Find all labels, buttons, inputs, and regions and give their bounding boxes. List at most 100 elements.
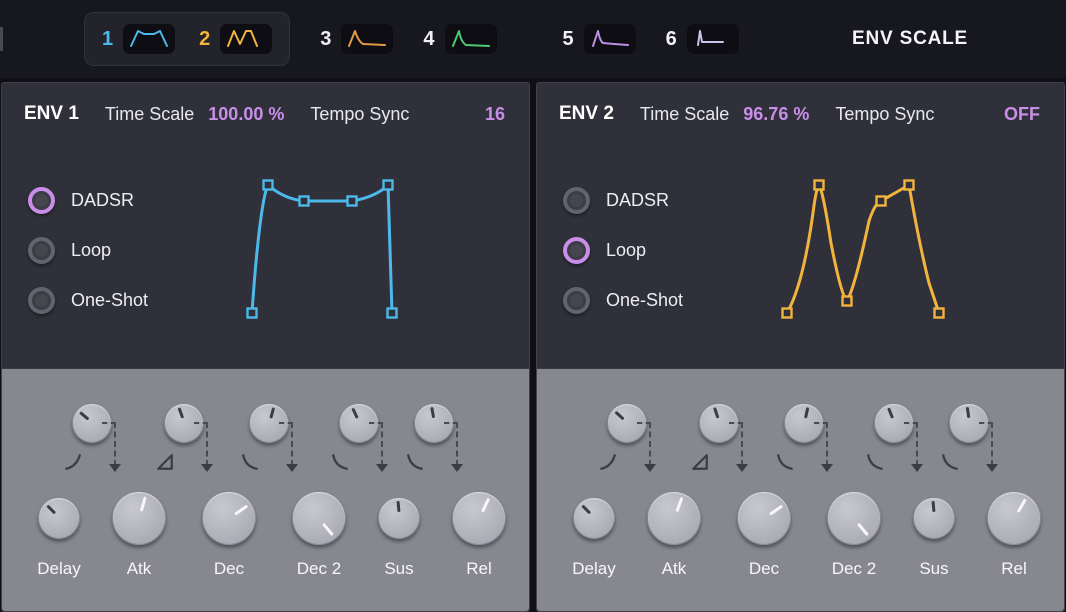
curve-shape-icon: [941, 453, 959, 471]
knob-label: Atk: [97, 559, 181, 579]
env-tab-1[interactable]: 1: [102, 24, 175, 54]
mode-label: DADSR: [606, 190, 669, 211]
mode-dadsr[interactable]: DADSR: [563, 175, 683, 225]
tempo-sync-label: Tempo Sync: [835, 104, 934, 125]
env-handle[interactable]: [783, 309, 792, 318]
env-tab-2[interactable]: 2: [199, 24, 272, 54]
mode-label: One-Shot: [71, 290, 148, 311]
env-handle[interactable]: [388, 309, 397, 318]
knob-unit-sustain: Sus: [892, 485, 976, 589]
knob-pointer: [978, 482, 1049, 553]
knob-unit-decay: Dec: [722, 485, 806, 589]
knob-unit-release: Rel: [437, 485, 521, 589]
envelope-editor[interactable]: [238, 173, 418, 323]
down-arrow-icon: [736, 464, 748, 472]
env-handle[interactable]: [877, 197, 886, 206]
tab-number: 6: [666, 28, 677, 51]
tempo-sync-label: Tempo Sync: [310, 104, 409, 125]
attack-knob[interactable]: [112, 491, 166, 545]
knob-pointer: [817, 481, 890, 554]
down-arrow-icon: [109, 464, 121, 472]
attack-knob[interactable]: [647, 491, 701, 545]
time-scale-label: Time Scale: [640, 104, 729, 125]
env-handle[interactable]: [935, 309, 944, 318]
env-tab-5[interactable]: 5: [563, 24, 636, 54]
envelope-curve[interactable]: [787, 185, 939, 313]
env-tab-6[interactable]: 6: [666, 24, 739, 54]
delay-knob[interactable]: [573, 497, 615, 539]
decay-knob[interactable]: [202, 491, 256, 545]
knob-unit-attack: Atk: [632, 485, 716, 589]
mode-dadsr[interactable]: DADSR: [28, 175, 148, 225]
env-handle[interactable]: [300, 197, 309, 206]
knob-label: Rel: [437, 559, 521, 579]
release-knob[interactable]: [987, 491, 1041, 545]
mode-label: Loop: [71, 240, 111, 261]
knob-pointer: [566, 490, 623, 547]
stage-connector: [814, 422, 828, 466]
mode-label: DADSR: [71, 190, 134, 211]
knob-unit-delay: Delay: [17, 485, 101, 589]
mode-one-shot[interactable]: One-Shot: [28, 275, 148, 325]
curve-shape-icon: [406, 453, 424, 471]
tempo-sync-value[interactable]: 16: [485, 104, 505, 125]
decay2-knob[interactable]: [827, 491, 881, 545]
knob-pointer: [107, 486, 171, 550]
env-handle[interactable]: [248, 309, 257, 318]
knob-label: Sus: [357, 559, 441, 579]
decay-knob[interactable]: [737, 491, 791, 545]
env1-header: ENV 1 Time Scale 100.00 % Tempo Sync 16: [24, 103, 505, 125]
sustain-knob[interactable]: [378, 497, 420, 539]
env-tab-3[interactable]: 3: [320, 24, 393, 54]
mode-loop[interactable]: Loop: [28, 225, 148, 275]
mode-loop[interactable]: Loop: [563, 225, 683, 275]
decay2-knob[interactable]: [292, 491, 346, 545]
down-arrow-icon: [644, 464, 656, 472]
stage-connector: [279, 422, 293, 466]
stage-connector: [637, 422, 651, 466]
mode-one-shot[interactable]: One-Shot: [563, 275, 683, 325]
knob-pointer: [641, 485, 708, 552]
env-6-shape-icon: [687, 24, 739, 54]
knob-label: Dec: [187, 559, 271, 579]
env-handle[interactable]: [843, 297, 852, 306]
envelope-curve[interactable]: [252, 185, 392, 313]
env-handle[interactable]: [264, 181, 273, 190]
knob-pointer: [31, 490, 88, 547]
knob-label: Atk: [632, 559, 716, 579]
env-handle[interactable]: [384, 181, 393, 190]
down-arrow-icon: [376, 464, 388, 472]
knob-label: Delay: [552, 559, 636, 579]
panel-title: ENV 2: [559, 103, 614, 125]
env-handle[interactable]: [348, 197, 357, 206]
sustain-knob[interactable]: [913, 497, 955, 539]
knob-unit-decay2: Dec 2: [277, 485, 361, 589]
knob-unit-release: Rel: [972, 485, 1056, 589]
tab-number: 4: [423, 28, 434, 51]
env2-knob-section: Delay Atk Dec Dec 2 Sus Rel: [537, 368, 1064, 611]
knob-label: Sus: [892, 559, 976, 579]
env-handle[interactable]: [815, 181, 824, 190]
env-tab-4[interactable]: 4: [423, 24, 496, 54]
panel-title: ENV 1: [24, 103, 79, 125]
knob-pointer: [444, 483, 513, 552]
stage-connector: [904, 422, 918, 466]
tempo-sync-value[interactable]: OFF: [1004, 104, 1040, 125]
knob-label: Dec 2: [812, 559, 896, 579]
stage-connector: [729, 422, 743, 466]
time-scale-value[interactable]: 96.76 %: [743, 104, 809, 125]
release-knob[interactable]: [452, 491, 506, 545]
stage-connector: [369, 422, 383, 466]
knob-unit-decay: Dec: [187, 485, 271, 589]
radio-icon: [28, 187, 55, 214]
knob-label: Rel: [972, 559, 1056, 579]
envelope-editor[interactable]: [773, 173, 953, 323]
time-scale-value[interactable]: 100.00 %: [208, 104, 284, 125]
env-handle[interactable]: [905, 181, 914, 190]
time-scale-label: Time Scale: [105, 104, 194, 125]
ramp-shape-icon: [156, 453, 174, 471]
delay-knob[interactable]: [38, 497, 80, 539]
env-2-shape-icon: [220, 24, 272, 54]
radio-icon: [563, 287, 590, 314]
curve-shape-icon: [776, 453, 794, 471]
